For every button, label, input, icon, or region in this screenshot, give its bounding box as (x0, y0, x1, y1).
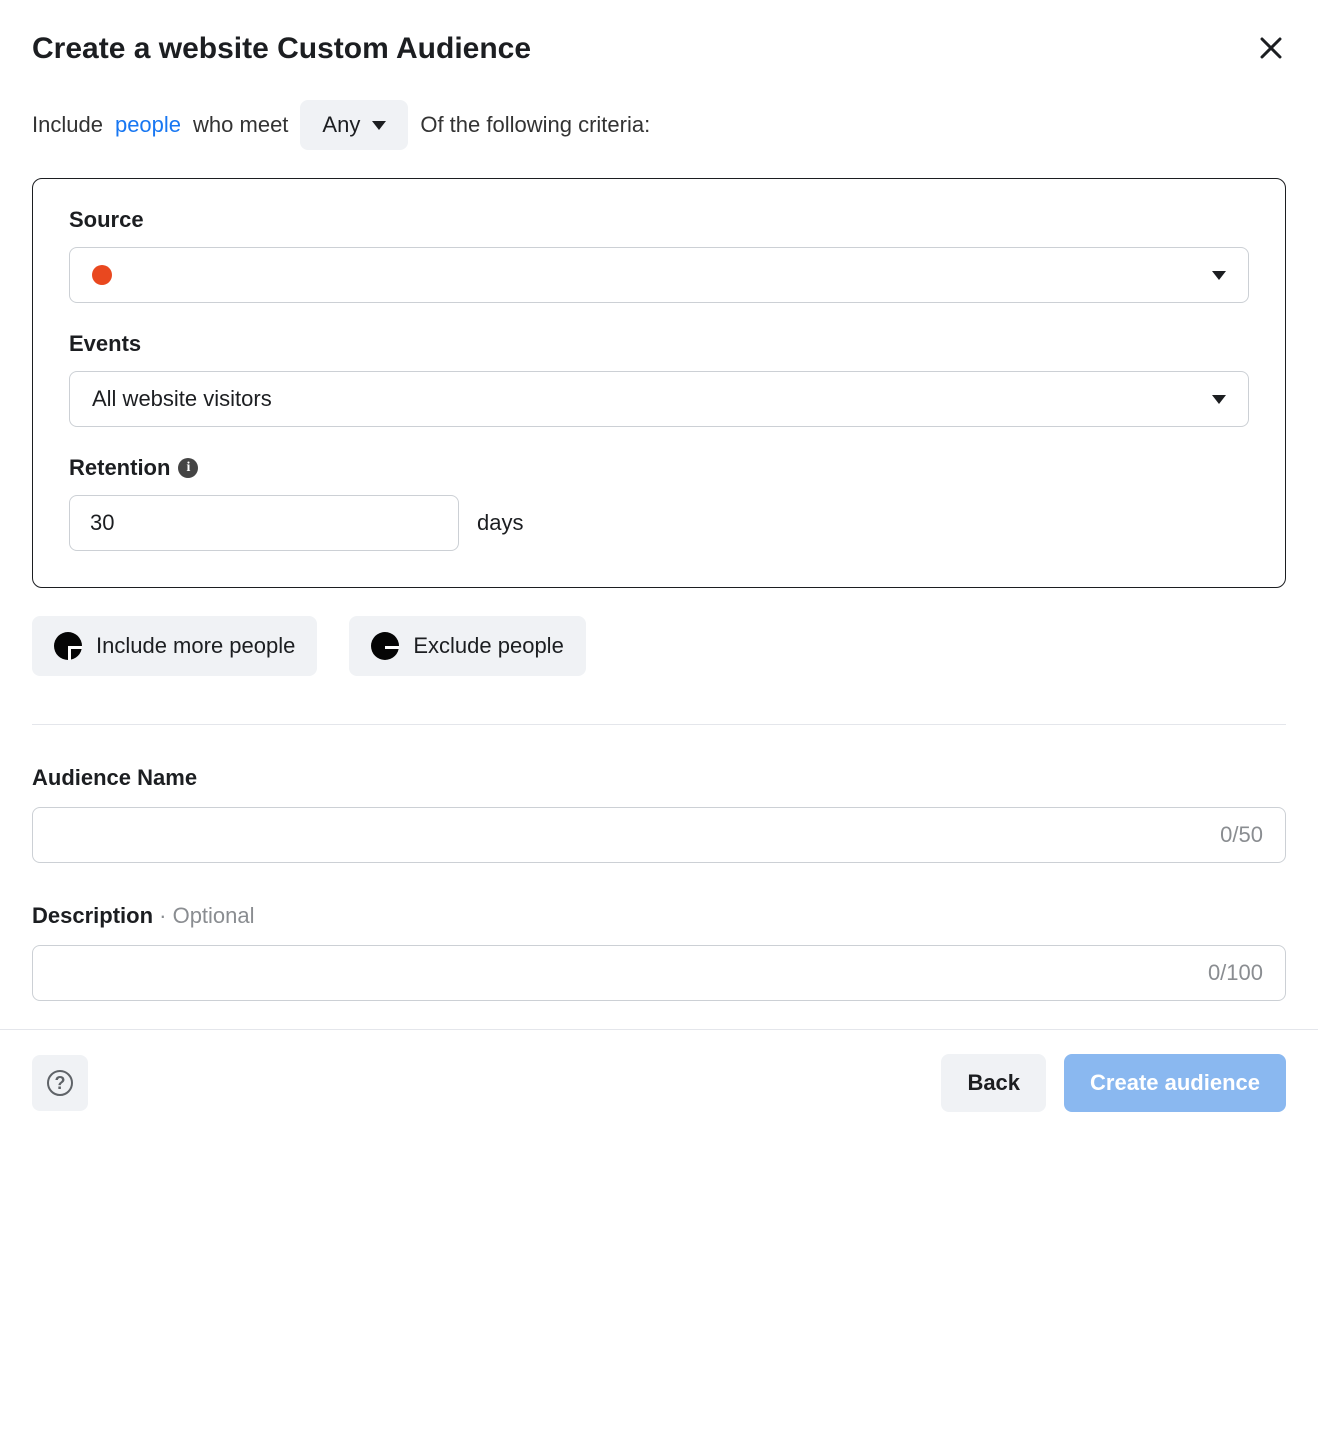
divider (32, 724, 1286, 725)
include-more-button[interactable]: Include more people (32, 616, 317, 676)
exclude-people-button[interactable]: Exclude people (349, 616, 585, 676)
audience-name-counter: 0/50 (1220, 822, 1263, 848)
source-label: Source (69, 207, 1249, 233)
description-label-text: Description (32, 903, 153, 928)
events-label: Events (69, 331, 1249, 357)
include-more-label: Include more people (96, 633, 295, 659)
description-counter: 0/100 (1208, 960, 1263, 986)
events-select[interactable]: All website visitors (69, 371, 1249, 427)
retention-label-text: Retention (69, 455, 170, 481)
description-label: Description · Optional (32, 903, 1286, 929)
criteria-suffix: Of the following criteria: (420, 112, 650, 138)
plus-icon (54, 632, 82, 660)
description-input[interactable] (55, 946, 1208, 1000)
help-button[interactable]: ? (32, 1055, 88, 1111)
retention-input[interactable] (69, 495, 459, 551)
retention-label: Retention i (69, 455, 1249, 481)
audience-name-field-wrap: 0/50 (32, 807, 1286, 863)
audience-name-input[interactable] (55, 808, 1220, 862)
people-link[interactable]: people (115, 112, 181, 138)
criteria-prefix: Include (32, 112, 103, 138)
pixel-status-icon (92, 265, 112, 285)
exclude-label: Exclude people (413, 633, 563, 659)
criteria-group: Source Events All website visitors Reten… (32, 178, 1286, 588)
info-icon[interactable]: i (178, 458, 198, 478)
criteria-who-meet: who meet (193, 112, 288, 138)
close-icon[interactable] (1256, 32, 1286, 68)
caret-down-icon (372, 121, 386, 130)
caret-down-icon (1212, 395, 1226, 404)
caret-down-icon (1212, 271, 1226, 280)
source-select[interactable] (69, 247, 1249, 303)
help-icon: ? (47, 1070, 73, 1096)
minus-icon (371, 632, 399, 660)
dialog-title: Create a website Custom Audience (32, 32, 531, 66)
events-value: All website visitors (92, 386, 272, 412)
description-field-wrap: 0/100 (32, 945, 1286, 1001)
create-audience-button[interactable]: Create audience (1064, 1054, 1286, 1112)
retention-unit: days (477, 510, 523, 536)
back-button[interactable]: Back (941, 1054, 1046, 1112)
any-all-dropdown[interactable]: Any (300, 100, 408, 150)
criteria-sentence: Include people who meet Any Of the follo… (32, 100, 1286, 150)
audience-name-label: Audience Name (32, 765, 1286, 791)
dialog-footer: ? Back Create audience (0, 1029, 1318, 1136)
description-optional-flag: · Optional (153, 903, 255, 928)
any-all-label: Any (322, 112, 360, 138)
